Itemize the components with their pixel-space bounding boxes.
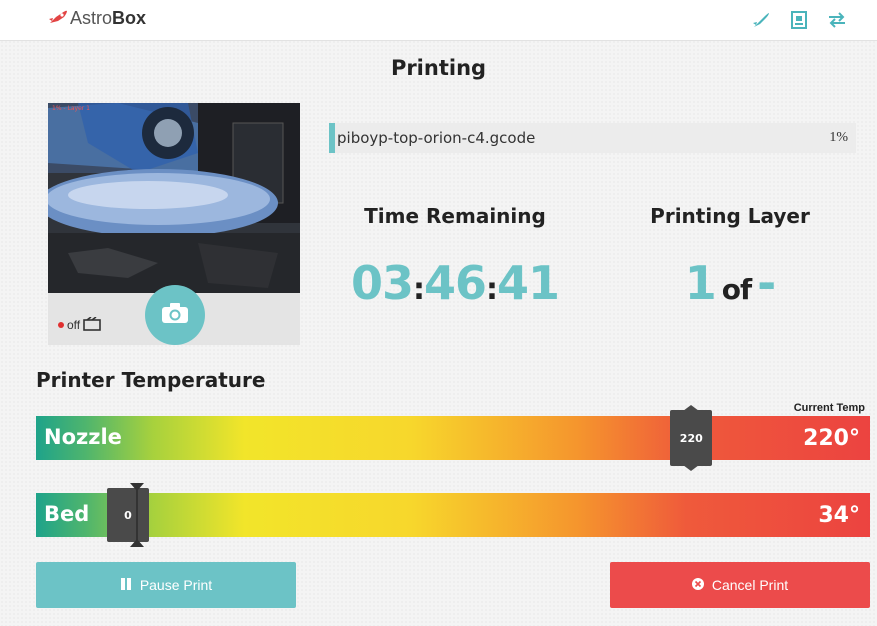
printing-layer-value: 1 of - [610, 256, 850, 310]
marker-bottom-icon [130, 539, 145, 547]
nozzle-target-value: 220 [679, 431, 703, 445]
rocket-logo-icon [48, 9, 68, 29]
time-remaining-label: Time Remaining [364, 204, 546, 228]
progress-fill [329, 123, 335, 153]
camera-caption: 1% - Layer 1 [52, 105, 90, 112]
bed-label: Bed [44, 502, 90, 526]
cancel-print-button[interactable]: Cancel Print [610, 562, 870, 608]
time-hours: 03 [350, 256, 414, 310]
film-icon [83, 316, 102, 331]
rocket-icon[interactable] [751, 10, 771, 30]
camera-feed-image: 1% - Layer 1 [48, 103, 300, 293]
logo-text: AstroBox [70, 8, 147, 28]
timelapse-toggle[interactable]: off [67, 316, 103, 332]
layer-total: - [757, 256, 776, 310]
pause-print-label: Pause Print [139, 577, 213, 593]
layer-of-text: of [721, 273, 752, 306]
recording-dot-icon [58, 322, 64, 328]
connection-icon[interactable] [827, 10, 847, 30]
caret-up-icon [683, 405, 700, 411]
camera-icon [161, 302, 189, 328]
progress-percent: 1% [829, 130, 848, 145]
progress-filename: piboyp-top-orion-c4.gcode [337, 129, 536, 147]
close-circle-icon [691, 577, 704, 593]
control-icon[interactable] [789, 10, 809, 30]
bed-temp-bar[interactable]: Bed 34° 0 [36, 483, 870, 547]
cancel-print-label: Cancel Print [711, 577, 789, 593]
page-title: Printing [390, 56, 487, 80]
layer-current: 1 [684, 256, 717, 310]
app-header: AstroBox [0, 0, 877, 41]
nozzle-label: Nozzle [44, 425, 122, 449]
print-progress-bar: piboyp-top-orion-c4.gcode 1% [329, 123, 856, 153]
bed-current-marker [130, 483, 145, 547]
nozzle-current-temp: 220° [803, 426, 860, 451]
camera-panel: 1% - Layer 1 off [48, 103, 300, 345]
bed-current-temp: 34° [818, 503, 860, 528]
nozzle-temp-bar[interactable]: Nozzle 220° 220 [36, 405, 870, 471]
time-remaining-value: 03:46:41 [330, 256, 580, 310]
current-temp-label: Current Temp [793, 402, 865, 414]
time-separator: : [412, 272, 425, 307]
astrobox-logo[interactable]: AstroBox [48, 8, 146, 29]
snapshot-button[interactable] [145, 285, 205, 345]
timelapse-label: off [67, 318, 81, 332]
time-separator: : [486, 272, 498, 307]
nozzle-target-handle[interactable]: 220 [670, 405, 713, 471]
temperature-title: Printer Temperature [36, 368, 266, 392]
pause-print-button[interactable]: Pause Print [36, 562, 296, 608]
printing-layer-label: Printing Layer [650, 204, 810, 228]
caret-down-icon [683, 465, 700, 471]
time-minutes: 46 [423, 256, 487, 310]
time-seconds: 41 [497, 256, 560, 310]
camera-controls: off [48, 285, 300, 345]
pause-icon [120, 577, 132, 593]
